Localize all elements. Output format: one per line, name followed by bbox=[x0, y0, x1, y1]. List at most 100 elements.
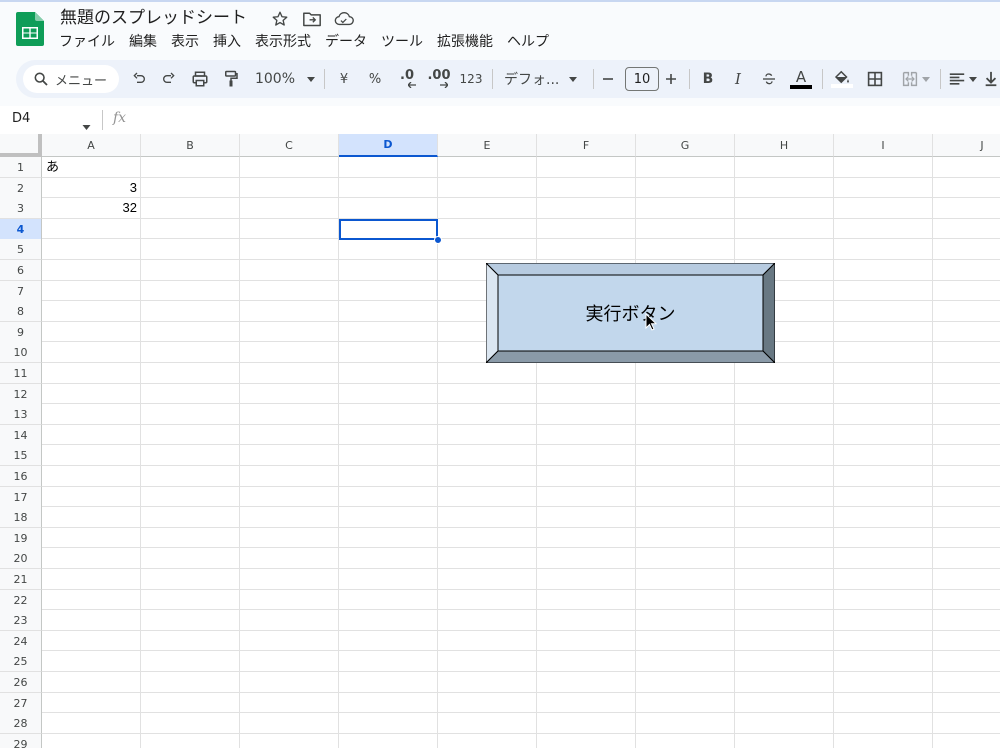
row-header-8[interactable]: 8 bbox=[0, 301, 42, 322]
row-header-23[interactable]: 23 bbox=[0, 610, 42, 631]
toolbar-separator bbox=[492, 69, 493, 89]
row-header-1[interactable]: 1 bbox=[0, 157, 42, 178]
row-header-7[interactable]: 7 bbox=[0, 281, 42, 302]
column-gridline bbox=[437, 157, 438, 748]
menu-insert[interactable]: 挿入 bbox=[206, 31, 248, 53]
vertical-align-icon[interactable] bbox=[984, 60, 1000, 98]
print-icon[interactable] bbox=[188, 60, 212, 98]
row-header-2[interactable]: 2 bbox=[0, 178, 42, 199]
column-header-b[interactable]: B bbox=[141, 134, 240, 157]
cell-a1[interactable]: あ bbox=[42, 157, 141, 177]
text-color-button[interactable]: A bbox=[789, 60, 813, 98]
redo-icon[interactable] bbox=[158, 60, 180, 98]
font-select[interactable]: デフォ... bbox=[500, 60, 584, 98]
row-header-15[interactable]: 15 bbox=[0, 445, 42, 466]
strikethrough-icon[interactable] bbox=[758, 60, 780, 98]
cell-a2[interactable]: 3 bbox=[42, 178, 141, 198]
select-all-corner[interactable] bbox=[0, 134, 42, 157]
row-header-28[interactable]: 28 bbox=[0, 713, 42, 734]
bold-button[interactable]: B bbox=[698, 60, 718, 98]
row-header-27[interactable]: 27 bbox=[0, 693, 42, 714]
decrease-decimal-button[interactable]: .0 bbox=[394, 60, 420, 98]
italic-button[interactable]: I bbox=[728, 60, 748, 98]
row-header-5[interactable]: 5 bbox=[0, 239, 42, 260]
menu-search[interactable]: メニュー bbox=[23, 65, 119, 93]
cloud-saved-icon[interactable] bbox=[334, 9, 354, 29]
move-to-folder-icon[interactable] bbox=[302, 9, 322, 29]
column-header-e[interactable]: E bbox=[438, 134, 537, 157]
font-size-input[interactable]: 10 bbox=[625, 67, 659, 91]
fill-color-swatch bbox=[831, 84, 853, 88]
row-header-3[interactable]: 3 bbox=[0, 198, 42, 219]
menu-help[interactable]: ヘルプ bbox=[500, 31, 556, 53]
spreadsheet-grid[interactable]: あ 3 32 実行ボタン A B C D E F G H I J 1 2 3 4 5 6 7 8 9 10 11 12 13 14… bbox=[0, 134, 1000, 748]
row-header-20[interactable]: 20 bbox=[0, 548, 42, 569]
fill-handle[interactable] bbox=[434, 236, 442, 244]
column-header-c[interactable]: C bbox=[240, 134, 339, 157]
cell-a3[interactable]: 32 bbox=[42, 198, 141, 218]
fx-icon: fx bbox=[113, 110, 127, 126]
paint-format-icon[interactable] bbox=[220, 60, 242, 98]
row-header-12[interactable]: 12 bbox=[0, 384, 42, 405]
row-header-10[interactable]: 10 bbox=[0, 342, 42, 363]
zoom-select[interactable]: 100% bbox=[252, 60, 318, 98]
column-header-h[interactable]: H bbox=[735, 134, 834, 157]
undo-icon[interactable] bbox=[128, 60, 150, 98]
column-header-f[interactable]: F bbox=[537, 134, 636, 157]
column-header-d[interactable]: D bbox=[339, 134, 438, 157]
row-header-9[interactable]: 9 bbox=[0, 322, 42, 343]
menu-extensions[interactable]: 拡張機能 bbox=[430, 31, 500, 53]
decrease-font-size-icon[interactable] bbox=[598, 60, 618, 98]
percent-format-button[interactable]: % bbox=[364, 60, 386, 98]
row-gridline bbox=[42, 589, 1000, 590]
more-formats-button[interactable]: 123 bbox=[458, 60, 484, 98]
row-header-22[interactable]: 22 bbox=[0, 590, 42, 611]
menu-view[interactable]: 表示 bbox=[164, 31, 206, 53]
increase-decimal-button[interactable]: .00 bbox=[426, 60, 452, 98]
star-icon[interactable] bbox=[270, 9, 290, 29]
row-header-4[interactable]: 4 bbox=[0, 219, 42, 240]
column-header-j[interactable]: J bbox=[933, 134, 1000, 157]
row-gridline bbox=[42, 712, 1000, 713]
formula-input[interactable] bbox=[140, 109, 990, 131]
menu-tools[interactable]: ツール bbox=[374, 31, 430, 53]
run-button-drawing[interactable] bbox=[486, 263, 775, 363]
column-header-a[interactable]: A bbox=[42, 134, 141, 157]
currency-format-button[interactable]: ¥ bbox=[334, 60, 354, 98]
menu-data[interactable]: データ bbox=[318, 31, 374, 53]
column-header-i[interactable]: I bbox=[834, 134, 933, 157]
row-header-26[interactable]: 26 bbox=[0, 672, 42, 693]
document-title[interactable]: 無題のスプレッドシート bbox=[60, 6, 247, 30]
row-header-13[interactable]: 13 bbox=[0, 404, 42, 425]
horizontal-align-icon[interactable] bbox=[946, 60, 980, 98]
menu-edit[interactable]: 編集 bbox=[122, 31, 164, 53]
row-header-18[interactable]: 18 bbox=[0, 507, 42, 528]
row-header-17[interactable]: 17 bbox=[0, 487, 42, 508]
borders-icon[interactable] bbox=[864, 60, 886, 98]
formula-bar: D4 fx bbox=[0, 106, 1000, 134]
row-header-24[interactable]: 24 bbox=[0, 631, 42, 652]
name-box[interactable]: D4 bbox=[12, 111, 30, 126]
selected-cell-d4[interactable] bbox=[339, 219, 438, 240]
column-header-g[interactable]: G bbox=[636, 134, 735, 157]
row-header-6[interactable]: 6 bbox=[0, 260, 42, 281]
row-gridline bbox=[42, 692, 1000, 693]
row-header-19[interactable]: 19 bbox=[0, 528, 42, 549]
merge-cells-icon[interactable] bbox=[896, 60, 936, 98]
sheets-logo-icon[interactable] bbox=[16, 12, 44, 46]
column-gridline bbox=[932, 157, 933, 748]
menu-file[interactable]: ファイル bbox=[52, 31, 122, 53]
row-header-14[interactable]: 14 bbox=[0, 425, 42, 446]
row-header-16[interactable]: 16 bbox=[0, 466, 42, 487]
name-box-dropdown-icon[interactable] bbox=[82, 115, 91, 134]
row-header-29[interactable]: 29 bbox=[0, 734, 42, 748]
search-icon bbox=[33, 71, 49, 87]
row-header-11[interactable]: 11 bbox=[0, 363, 42, 384]
increase-font-size-icon[interactable] bbox=[661, 60, 681, 98]
fill-color-icon[interactable] bbox=[830, 60, 854, 98]
row-header-21[interactable]: 21 bbox=[0, 569, 42, 590]
menu-format[interactable]: 表示形式 bbox=[248, 31, 318, 53]
arrow-left-icon bbox=[408, 82, 416, 88]
row-header-25[interactable]: 25 bbox=[0, 651, 42, 672]
toolbar-separator bbox=[593, 69, 594, 89]
